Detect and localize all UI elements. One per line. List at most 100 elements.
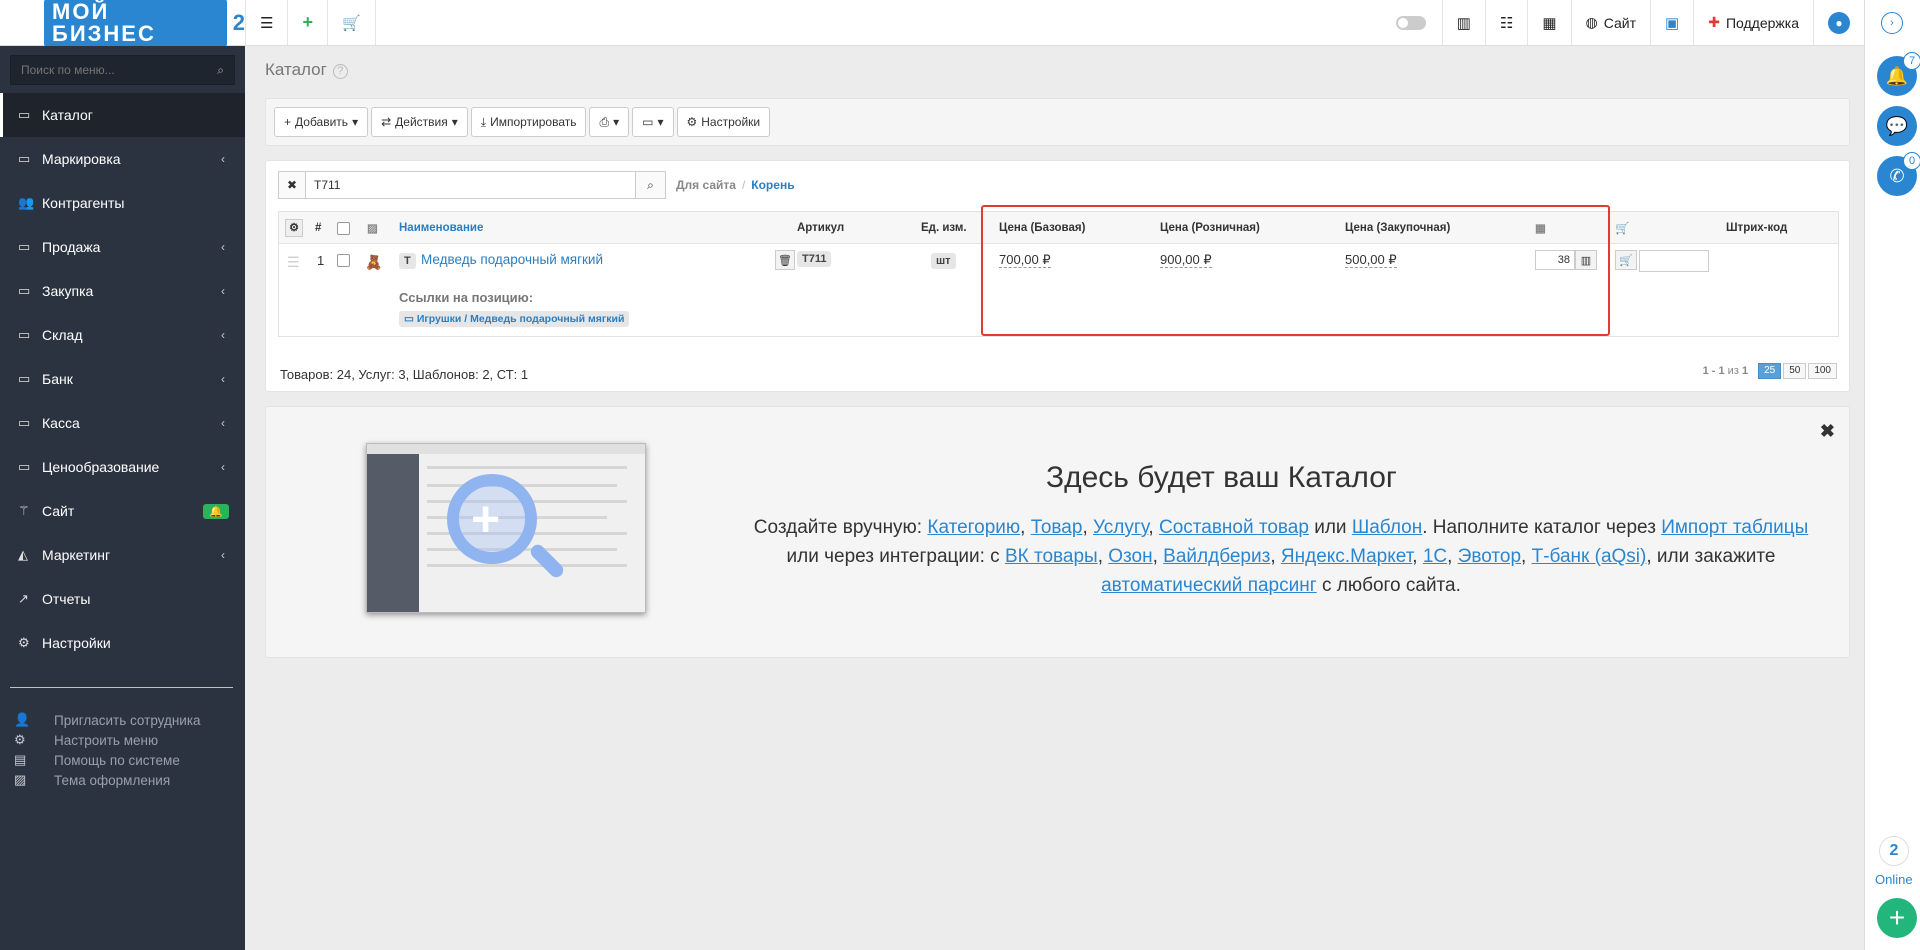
sidebar-item-marketing[interactable]: ◭ Маркетинг ‹ bbox=[0, 533, 245, 577]
price-base[interactable]: 700,00 ₽ bbox=[999, 252, 1051, 268]
site-button[interactable]: ◍ Сайт bbox=[1570, 0, 1651, 45]
crumb-root[interactable]: Корень bbox=[751, 178, 794, 192]
link-parsing[interactable]: автоматический парсинг bbox=[1101, 575, 1317, 596]
table-row[interactable]: ☰ 1 🧸 Т Медведь подарочный мягкий 🗑 T711… bbox=[279, 244, 1838, 336]
sidebar-item-catalog[interactable]: ▭ Каталог bbox=[0, 93, 245, 137]
col-article[interactable]: Артикул bbox=[797, 212, 844, 244]
page-size-100[interactable]: 100 bbox=[1808, 363, 1837, 379]
select-all-checkbox[interactable] bbox=[337, 212, 350, 244]
price-purchase-cell[interactable]: 500,00 ₽ bbox=[1345, 252, 1397, 268]
promo-text-part: , bbox=[1097, 546, 1109, 567]
menu-search-input[interactable] bbox=[21, 63, 218, 77]
logo[interactable]: МОЙ БИЗНЕС 2 bbox=[0, 0, 245, 47]
cart-icon[interactable]: 🛒 bbox=[326, 0, 376, 45]
sidebar-item-contractors[interactable]: 👥 Контрагенты bbox=[0, 181, 245, 225]
sidebar-item-settings[interactable]: ⚙ Настройки bbox=[0, 621, 245, 665]
barcode-icon[interactable]: ▥ bbox=[1441, 0, 1485, 45]
hamburger-icon[interactable]: ☰ bbox=[245, 0, 287, 45]
link-import[interactable]: Импорт таблицы bbox=[1661, 517, 1808, 538]
col-unit[interactable]: Ед. изм. bbox=[921, 212, 967, 244]
product-name-link[interactable]: Медведь подарочный мягкий bbox=[421, 252, 603, 267]
configure-menu-link[interactable]: ⚙ Настроить меню bbox=[0, 730, 245, 750]
link-template[interactable]: Шаблон bbox=[1352, 517, 1422, 538]
actions-button[interactable]: ⇄ Действия ▾ bbox=[371, 107, 468, 137]
link-wildberries[interactable]: Вайлдбериз bbox=[1163, 546, 1270, 567]
notifications-button[interactable]: 🔔 7 bbox=[1877, 52, 1920, 96]
unit-text: шт bbox=[931, 253, 956, 269]
link-ozon[interactable]: Озон bbox=[1108, 546, 1152, 567]
page-size-25[interactable]: 25 bbox=[1758, 363, 1782, 379]
price-purchase[interactable]: 500,00 ₽ bbox=[1345, 252, 1397, 268]
page-size-50[interactable]: 50 bbox=[1783, 363, 1807, 379]
col-barcode[interactable]: Штрих-код bbox=[1726, 212, 1787, 244]
link-tbank[interactable]: Т-банк (aQsi) bbox=[1532, 546, 1647, 567]
promo-text-part: , bbox=[1521, 546, 1532, 567]
col-price-purchase[interactable]: Цена (Закупочная) bbox=[1345, 212, 1450, 244]
link-yandex-market[interactable]: Яндекс.Маркет bbox=[1281, 546, 1412, 567]
sidebar-item-sales[interactable]: ▭ Продажа ‹ bbox=[0, 225, 245, 269]
delete-button[interactable]: 🗑 bbox=[775, 250, 795, 270]
link-category[interactable]: Категорию bbox=[927, 517, 1020, 538]
close-icon[interactable]: ✖ bbox=[1820, 421, 1835, 442]
add-circle-button[interactable]: + bbox=[1877, 898, 1917, 938]
col-name[interactable]: Наименование bbox=[399, 212, 483, 244]
price-base-cell[interactable]: 700,00 ₽ bbox=[999, 252, 1051, 268]
sidebar-item-reports[interactable]: ↗ Отчеты bbox=[0, 577, 245, 621]
sidebar-item-bank[interactable]: ▭ Банк ‹ bbox=[0, 357, 245, 401]
profile-button[interactable]: ● bbox=[1813, 0, 1864, 45]
top-bar: МОЙ БИЗНЕС 2 ☰ + 🛒 ▥ ☷ ▦ ◍ Сайт ▣ ✚ Подд… bbox=[0, 0, 1864, 47]
display-button[interactable]: ▭ ▾ bbox=[632, 107, 674, 137]
column-settings-icon[interactable]: ⚙ bbox=[285, 212, 303, 244]
sidebar-item-marking[interactable]: ▭ Маркировка ‹ bbox=[0, 137, 245, 181]
clear-filter-button[interactable]: ✖ bbox=[278, 171, 306, 199]
import-button[interactable]: ⤓ Импортировать bbox=[470, 107, 587, 137]
stock-chart-icon[interactable]: ▥ bbox=[1575, 250, 1597, 270]
settings-button[interactable]: ⚙ Настройки bbox=[676, 107, 771, 137]
barcode-input[interactable] bbox=[1639, 250, 1709, 272]
link-1c[interactable]: 1С bbox=[1423, 546, 1447, 567]
add-to-cart-icon[interactable]: 🛒 bbox=[1615, 250, 1637, 270]
sidebar-item-purchase[interactable]: ▭ Закупка ‹ bbox=[0, 269, 245, 313]
link-product[interactable]: Товар bbox=[1031, 517, 1083, 538]
print-button[interactable]: ⎙ ▾ bbox=[589, 107, 630, 137]
menu-search[interactable]: ⌕ bbox=[10, 55, 235, 85]
search-icon[interactable]: ⌕ bbox=[217, 63, 224, 78]
link-path[interactable]: Игрушки / Медведь подарочный мягкий bbox=[417, 313, 625, 325]
plus-icon[interactable]: + bbox=[287, 0, 327, 45]
support-button[interactable]: ✚ Поддержка bbox=[1693, 0, 1813, 45]
filter-input[interactable] bbox=[306, 171, 636, 199]
link-service[interactable]: Услугу bbox=[1093, 517, 1148, 538]
list-icon[interactable]: ☷ bbox=[1484, 0, 1527, 45]
price-retail[interactable]: 900,00 ₽ bbox=[1160, 252, 1212, 268]
row-checkbox[interactable] bbox=[337, 254, 350, 270]
help-icon[interactable]: ? bbox=[332, 64, 348, 79]
theme-link[interactable]: ▨ Тема оформления bbox=[0, 770, 245, 790]
product-name[interactable]: Медведь подарочный мягкий bbox=[421, 252, 603, 267]
sidebar-item-cashbox[interactable]: ▭ Касса ‹ bbox=[0, 401, 245, 445]
col-price-retail[interactable]: Цена (Розничная) bbox=[1160, 212, 1260, 244]
sidebar-item-site[interactable]: ⚚ Сайт 🔔 bbox=[0, 489, 245, 533]
col-price-base[interactable]: Цена (Базовая) bbox=[999, 212, 1085, 244]
promo-text-part: , или закажите bbox=[1646, 546, 1776, 567]
link-evotor[interactable]: Эвотор bbox=[1458, 546, 1521, 567]
app-icon[interactable]: ▣ bbox=[1650, 0, 1693, 45]
theme-toggle[interactable] bbox=[1395, 15, 1426, 30]
chat-button[interactable]: 💬 bbox=[1877, 106, 1917, 146]
help-link[interactable]: ▤ Помощь по системе bbox=[0, 750, 245, 770]
chevron-right-icon[interactable]: › bbox=[1881, 12, 1903, 34]
sidebar-item-pricing[interactable]: ▭ Ценообразование ‹ bbox=[0, 445, 245, 489]
calls-button[interactable]: ✆ 0 bbox=[1877, 152, 1920, 196]
calendar-icon[interactable]: ▦ bbox=[1527, 0, 1570, 45]
link-path-badge[interactable]: ▭ Игрушки / Медведь подарочный мягкий bbox=[399, 310, 630, 327]
crumb-site[interactable]: Для сайта bbox=[676, 178, 736, 192]
sidebar-item-warehouse[interactable]: ▭ Склад ‹ bbox=[0, 313, 245, 357]
add-button[interactable]: + Добавить ▾ bbox=[274, 107, 369, 137]
online-count[interactable]: 2 bbox=[1879, 836, 1909, 866]
chart-area-icon: ◭ bbox=[18, 547, 28, 562]
price-retail-cell[interactable]: 900,00 ₽ bbox=[1160, 252, 1212, 268]
search-icon[interactable]: ⌕ bbox=[636, 171, 666, 199]
link-vk[interactable]: ВК товары bbox=[1005, 546, 1098, 567]
invite-employee-link[interactable]: 👤 Пригласить сотрудника bbox=[0, 710, 245, 730]
drag-handle-icon[interactable]: ☰ bbox=[287, 254, 300, 271]
link-composite[interactable]: Составной товар bbox=[1159, 517, 1309, 538]
